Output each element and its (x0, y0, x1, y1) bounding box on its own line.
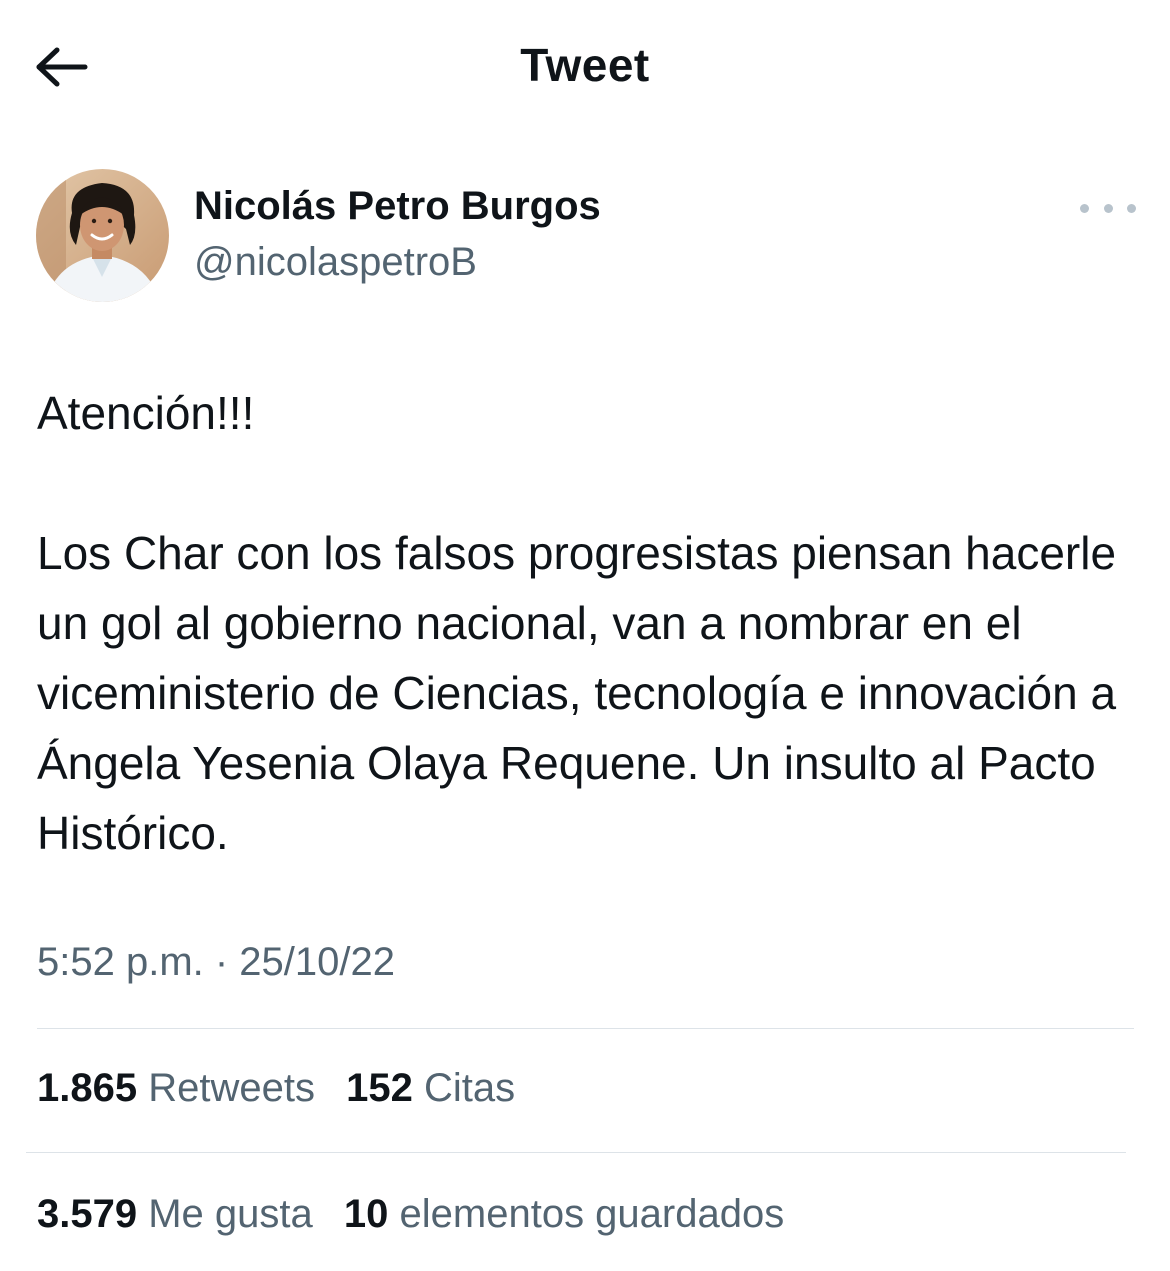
author-handle[interactable]: @nicolaspetroB (194, 240, 477, 285)
author-display-name[interactable]: Nicolás Petro Burgos (194, 184, 601, 229)
quotes-count: 152 (346, 1066, 413, 1110)
tweet-paragraph: Atención!!! (37, 387, 255, 439)
more-options-button[interactable] (1080, 192, 1136, 224)
retweets-stat[interactable]: 1.865 Retweets (37, 1066, 315, 1111)
paragraph-spacer (37, 448, 1137, 518)
divider (26, 1152, 1126, 1153)
tweet-body: Atención!!! Los Char con los falsos prog… (37, 378, 1137, 868)
quotes-stat[interactable]: 152 Citas (346, 1066, 515, 1111)
more-horizontal-icon (1127, 203, 1136, 213)
more-horizontal-icon (1080, 203, 1089, 213)
tweet-paragraph: Los Char con los falsos progresistas pie… (37, 527, 1117, 859)
retweets-count: 1.865 (37, 1066, 138, 1110)
quotes-label: Citas (423, 1066, 516, 1110)
tweet-timestamp[interactable]: 5:52 p.m. · 25/10/22 (37, 940, 395, 985)
top-bar: Tweet (0, 0, 1170, 135)
bookmarks-label: elementos guardados (399, 1192, 785, 1236)
likes-count: 3.579 (37, 1192, 138, 1236)
stats-row-engagement: 3.579 Me gusta 10 elementos guardados (37, 1192, 784, 1237)
bookmarks-stat[interactable]: 10 elementos guardados (344, 1192, 784, 1237)
bookmarks-count: 10 (343, 1192, 389, 1236)
likes-stat[interactable]: 3.579 Me gusta (37, 1192, 313, 1237)
retweets-label: Retweets (148, 1066, 315, 1110)
profile-photo (36, 169, 169, 302)
likes-label: Me gusta (148, 1192, 313, 1236)
page-title: Tweet (520, 39, 650, 91)
stats-row-shares: 1.865 Retweets 152 Citas (37, 1066, 515, 1111)
divider (37, 1028, 1134, 1029)
more-horizontal-icon (1103, 203, 1113, 213)
avatar[interactable] (36, 169, 169, 302)
